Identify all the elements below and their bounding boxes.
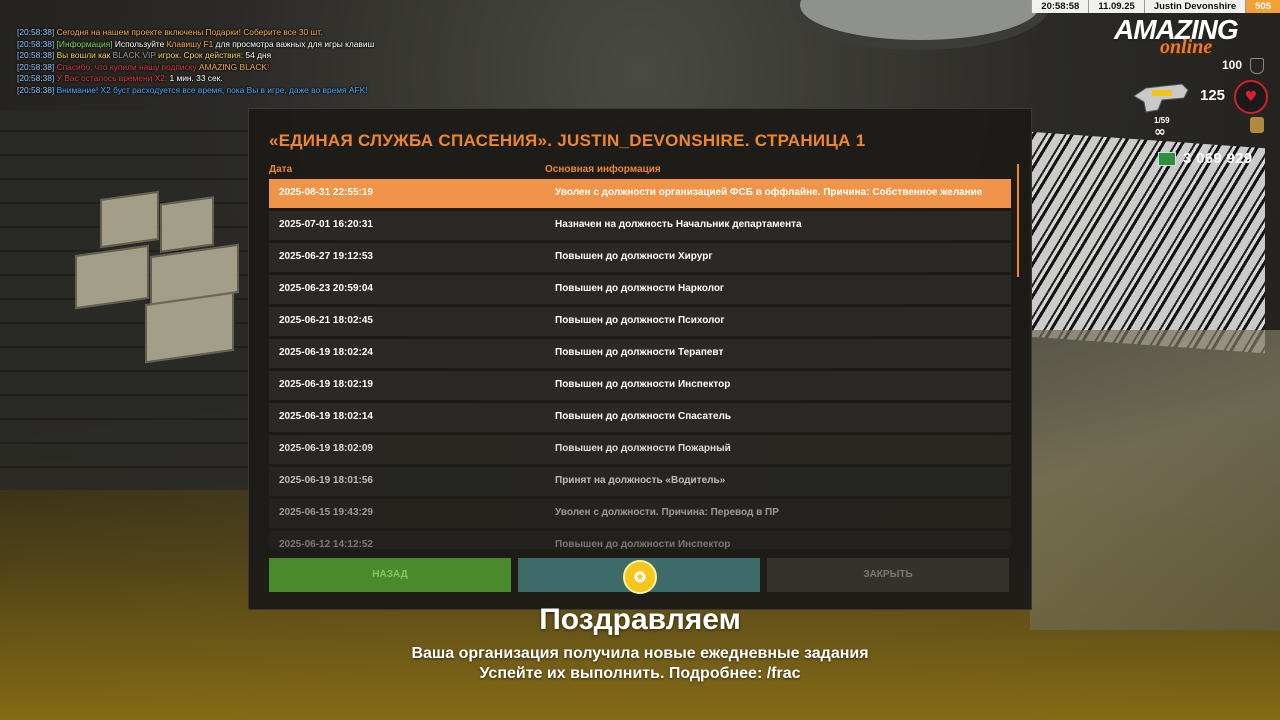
chat-timestamp: [20:58:38] [17,38,55,49]
chat-log: [20:58:38] Сегодня на нашем проекте вклю… [17,27,374,96]
infinity-icon: ∞ [1154,124,1166,140]
chat-timestamp: [20:58:38] [17,73,55,83]
row-date: 2025-06-19 18:01:56 [279,475,373,486]
top-status-bar: 20:58:58 11.09.25 Justin Devonshire 505 [1031,0,1280,13]
table-row[interactable]: 2025-06-19 18:02:09 Повышен до должности … [269,435,1011,464]
game-logo: AMAZING online [1114,14,1268,60]
wall-map-3 [75,244,149,310]
notification-line-1: Ваша организация получила новые ежедневн… [411,645,869,662]
chat-timestamp: [20:58:38] [17,50,55,60]
chat-text: 1 мин. 33 сек. [169,73,223,83]
reward-icon: ✪ [623,560,657,594]
column-header-date: Дата [269,164,293,175]
ceiling-light [790,0,1050,50]
row-date: 2025-06-19 18:02:24 [279,347,373,358]
table-row[interactable]: 2025-08-31 22:55:19 Уволен с должности ор… [269,179,1011,208]
row-info: Повышен до должности Спасатель [555,411,732,422]
chat-text: 54 дня [245,50,272,60]
table-row[interactable]: 2025-06-12 14:12:52 Повышен до должности … [269,531,1011,549]
row-info: Повышен до должности Инспектор [555,539,731,549]
chat-text: AMAZING BLACK [199,61,267,72]
logo-sub-text: online [1160,36,1213,58]
armor-icon [1250,58,1264,74]
row-info: Повышен до должности Психолог [555,315,725,326]
background-floor [1030,330,1280,630]
table-row[interactable]: 2025-06-23 20:59:04 Повышен до должности … [269,275,1011,304]
health-value: 125 [1200,87,1226,104]
row-info: Повышен до должности Нарколог [555,283,725,294]
row-info: Уволен с должности. Причина: Перевод в П… [555,507,779,518]
column-header-info: Основная информация [545,164,661,175]
back-button[interactable]: НАЗАД [269,558,511,592]
row-date: 2025-06-21 18:02:45 [279,315,373,326]
chat-line: [20:58:38] Вы вошли как BLACK VIP игрок.… [17,50,374,62]
row-info: Повышен до должности Пожарный [555,443,731,454]
weapon-icon [1133,83,1189,113]
row-date: 2025-07-01 16:20:31 [279,219,373,230]
table-row[interactable]: 2025-06-19 18:01:56 Принят на должность «… [269,467,1011,496]
table-row[interactable]: 2025-07-01 16:20:31 Назначен на должность… [269,211,1011,240]
chat-line: [20:58:38] Спасибо, что купили нашу подп… [17,62,374,74]
chat-line: [20:58:38] [Информация] Используйте Клав… [17,39,374,51]
wall-map-2 [160,196,214,253]
chat-text: BLACK VIP [112,50,156,60]
chat-text: для просмотра важных для игры клавиш [213,38,375,49]
row-date: 2025-06-12 14:12:52 [279,539,373,549]
row-date: 2025-06-19 18:02:14 [279,411,373,422]
row-date: 2025-08-31 22:55:19 [279,187,373,198]
server-date: 11.09.25 [1088,0,1144,13]
row-info: Уволен с должности организацией ФСБ в оф… [555,187,983,198]
chat-text: У Вас осталось времени X2: [54,73,170,83]
row-date: 2025-06-23 20:59:04 [279,283,373,294]
server-time: 20:58:58 [1031,0,1089,13]
chat-line: [20:58:38] Сегодня на нашем проекте вклю… [17,27,374,39]
chat-text: Используйте [114,38,167,49]
chat-text: Внимание! X2 буст расходуется все время,… [54,84,368,95]
chat-text: Сегодня на нашем проекте включены Подарк… [54,27,323,37]
chat-line: [20:58:38] У Вас осталось времени X2: 1 … [17,73,374,85]
row-info: Повышен до должности Хирург [555,251,713,262]
wall-map-1 [100,190,159,249]
chat-text: [Информация] [54,38,115,49]
chat-timestamp: [20:58:38] [17,84,55,95]
scrollbar[interactable] [1017,164,1019,277]
close-button[interactable]: ЗАКРЫТЬ [767,558,1009,592]
table-row[interactable]: 2025-06-19 18:02:19 Повышен до должности … [269,371,1011,400]
row-info: Повышен до должности Инспектор [555,379,731,390]
row-info: Повышен до должности Терапевт [555,347,724,358]
heart-icon: ♥ [1234,80,1268,114]
dialog-title: «ЕДИНАЯ СЛУЖБА СПАСЕНИЯ». JUSTIN_DEVONSH… [269,131,866,150]
row-info: Назначен на должность Начальник департам… [555,219,802,230]
chat-text: игрок. Срок действия: [155,50,246,60]
page-button[interactable]: ✪ [518,558,760,594]
faction-history-dialog: «ЕДИНАЯ СЛУЖБА СПАСЕНИЯ». JUSTIN_DEVONSH… [248,108,1032,610]
row-date: 2025-06-27 19:12:53 [279,251,373,262]
chat-line: [20:58:38] Внимание! X2 буст расходуется… [17,85,374,97]
table-row[interactable]: 2025-06-27 19:12:53 Повышен до должности … [269,243,1011,272]
armor-value: 100 [1222,58,1243,72]
row-date: 2025-06-15 19:43:29 [279,507,373,518]
money-icon [1158,152,1176,166]
chat-text: Спасибо, что купили нашу подписку [54,61,200,72]
notification-line-2: Успейте их выполнить. Подробнее: /frac [479,665,801,682]
history-table: 2025-08-31 22:55:19 Уволен с должности ор… [269,179,1011,549]
wall-map-5 [145,291,234,364]
player-level: 505 [1245,0,1280,13]
table-row[interactable]: 2025-06-15 19:43:29 Уволен с должности. П… [269,499,1011,528]
badge-icon [1250,117,1264,133]
row-info: Принят на должность «Водитель» [555,475,726,486]
table-row[interactable]: 2025-06-19 18:02:24 Повышен до должности … [269,339,1011,368]
chat-text: ! [267,61,270,72]
row-date: 2025-06-19 18:02:19 [279,379,373,390]
notification-title: Поздравляем [539,603,741,636]
row-date: 2025-06-19 18:02:09 [279,443,373,454]
chat-timestamp: [20:58:38] [17,27,55,37]
chat-timestamp: [20:58:38] [17,61,55,72]
player-name: Justin Devonshire [1143,0,1246,13]
chat-text: Вы вошли как [54,50,113,60]
table-row[interactable]: 2025-06-21 18:02:45 Повышен до должности … [269,307,1011,336]
table-row[interactable]: 2025-06-19 18:02:14 Повышен до должности … [269,403,1011,432]
money-value: 3 069 929 [1183,150,1253,167]
chat-text: Клавишу F1 [166,38,214,49]
